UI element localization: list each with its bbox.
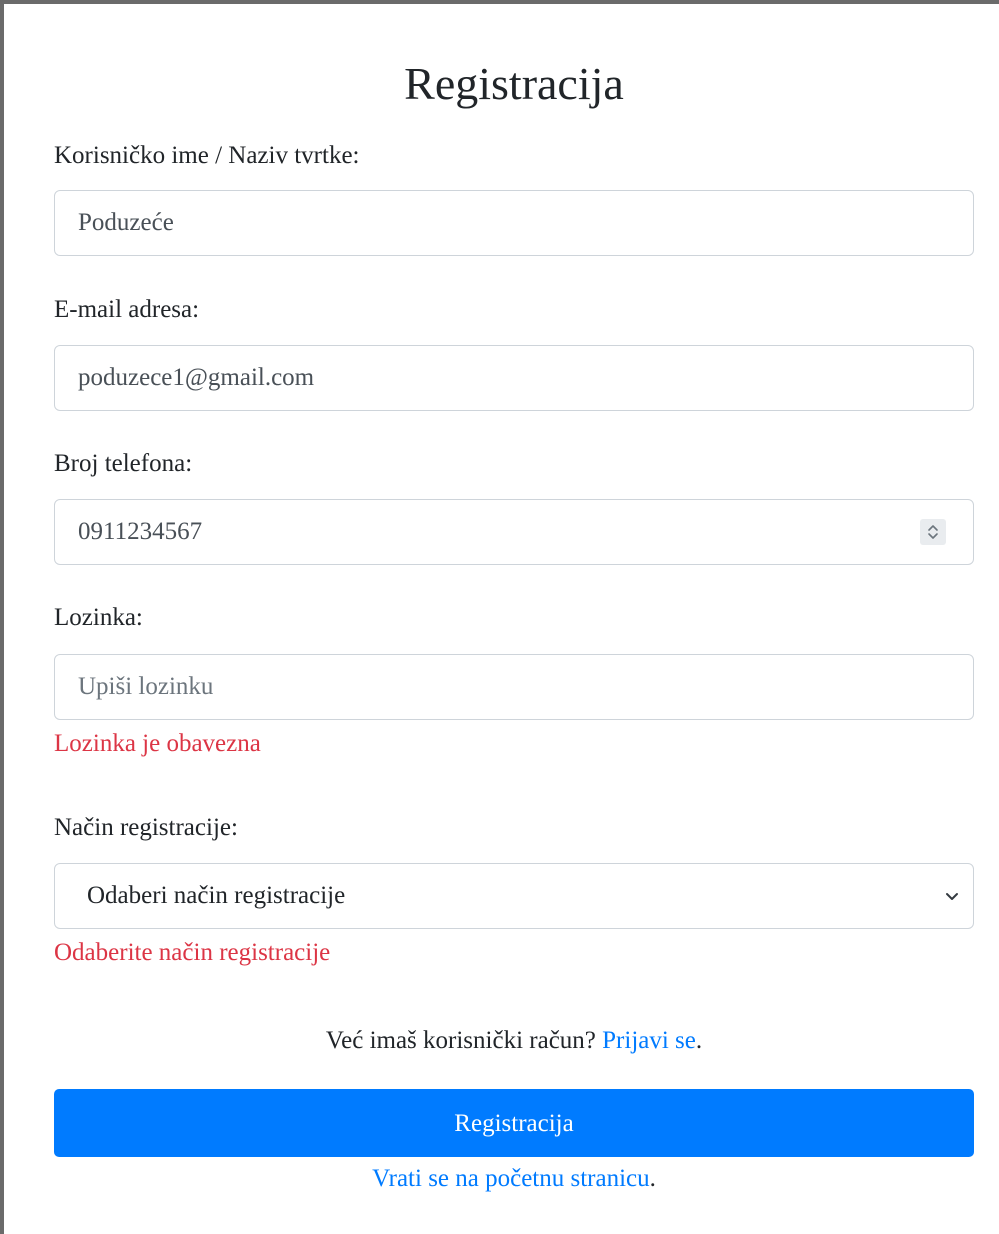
page-title: Registracija [404,58,624,109]
registration-method-error: Odaberite način registracije [54,939,331,966]
registration-method-selected: Odaberi način registracije [54,863,974,929]
phone-label: Broj telefona: [54,450,193,477]
login-link[interactable]: Prijavi se [602,1027,696,1054]
username-label: Korisničko ime / Naziv tvrtke: [54,142,360,169]
number-spinner-icon[interactable] [920,519,946,545]
home-link[interactable]: Vrati se na početnu stranicu [372,1165,650,1192]
page-frame: Registracija Korisničko ime / Naziv tvrt… [0,0,999,1234]
password-error: Lozinka je obavezna [54,730,261,757]
password-input[interactable] [54,654,974,720]
email-input[interactable] [54,345,974,411]
chevron-down-icon [946,893,958,900]
login-prompt-text: Već imaš korisnički račun? [325,1027,596,1054]
password-label: Lozinka: [54,604,143,631]
registration-method-select[interactable]: Odaberi način registracije [54,863,974,929]
email-label: E-mail adresa: [54,296,200,323]
username-input[interactable] [54,190,974,256]
login-prompt: Već imaš korisnički račun? Prijavi se. [54,1026,974,1056]
registration-method-label: Način registracije: [54,814,238,841]
phone-input[interactable] [54,499,974,565]
login-prompt-suffix: . [695,1027,703,1054]
home-link-line: Vrati se na početnu stranicu. [54,1164,974,1194]
phone-field-wrapper [54,499,974,565]
register-button[interactable]: Registracija [54,1089,974,1157]
home-link-suffix: . [649,1165,656,1192]
